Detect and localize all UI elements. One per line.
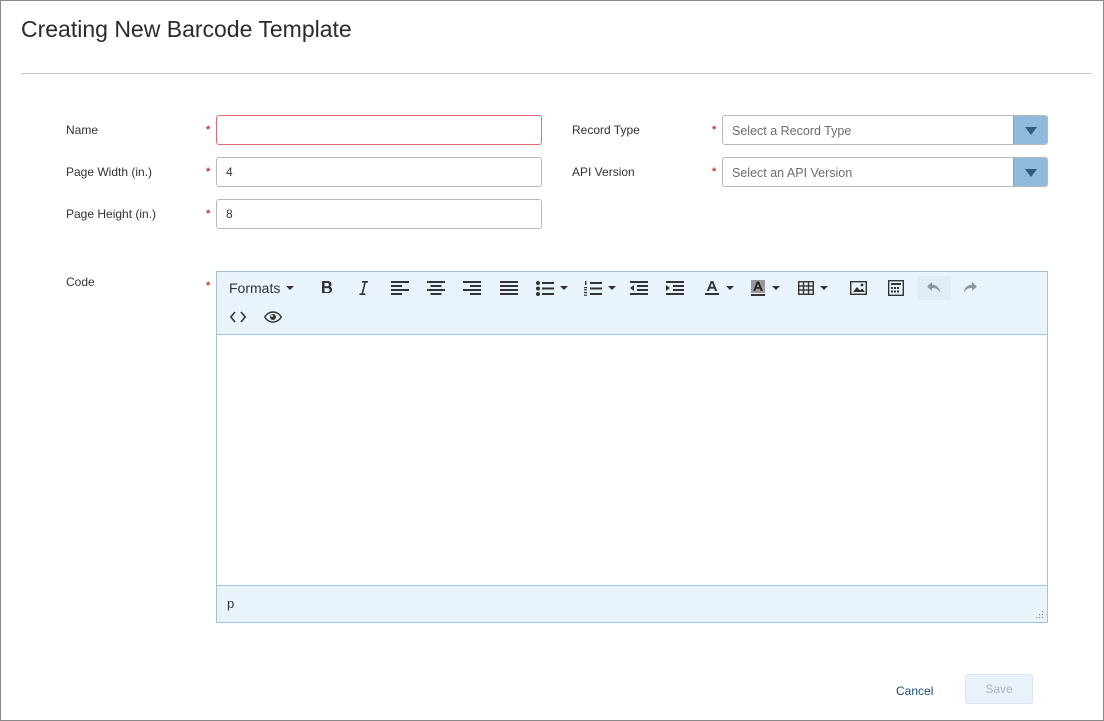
page-height-input[interactable] [216, 199, 542, 229]
template-icon [888, 280, 904, 296]
text-color-icon [705, 281, 719, 295]
source-code-icon [230, 311, 246, 323]
caret-down-icon [726, 286, 734, 290]
align-justify-button[interactable] [498, 276, 520, 300]
bullet-list-button[interactable] [536, 276, 568, 300]
page-height-required-marker: * [206, 208, 211, 220]
caret-down-icon [286, 286, 295, 290]
api-version-dropdown-button[interactable] [1013, 158, 1047, 186]
redo-button[interactable] [959, 276, 981, 300]
page-title: Creating New Barcode Template [21, 16, 352, 42]
indent-icon [666, 281, 684, 295]
api-version-label: API Version [572, 165, 635, 179]
image-icon [849, 281, 867, 295]
code-editor: Formats p [216, 271, 1048, 623]
align-center-button[interactable] [425, 276, 447, 300]
modal-frame: Creating New Barcode Template Name * Pag… [0, 0, 1104, 721]
caret-down-icon [608, 286, 616, 290]
table-button[interactable] [798, 276, 828, 300]
code-label: Code [66, 275, 95, 289]
background-color-button[interactable] [750, 276, 780, 300]
cancel-button[interactable]: Cancel [896, 684, 933, 698]
page-width-input[interactable] [216, 157, 542, 187]
page-width-label: Page Width (in.) [66, 165, 153, 179]
background-color-icon [751, 280, 765, 296]
record-type-select[interactable]: Select a Record Type [722, 115, 1048, 145]
chevron-down-icon [1025, 169, 1037, 177]
name-label: Name [66, 123, 99, 137]
bullet-list-icon [536, 280, 554, 296]
name-input[interactable] [216, 115, 542, 145]
outdent-icon [630, 281, 648, 295]
redo-icon [964, 282, 977, 293]
record-type-dropdown-button[interactable] [1013, 116, 1047, 144]
text-color-button[interactable] [704, 276, 734, 300]
api-version-select[interactable]: Select an API Version [722, 157, 1048, 187]
align-justify-icon [500, 281, 518, 295]
indent-button[interactable] [664, 276, 686, 300]
name-required-marker: * [206, 124, 211, 136]
editor-content-area[interactable] [217, 335, 1047, 585]
align-left-button[interactable] [389, 276, 411, 300]
page-width-required-marker: * [206, 166, 211, 178]
record-type-label: Record Type [572, 123, 640, 137]
undo-button[interactable] [917, 276, 951, 300]
resize-handle-icon[interactable] [1035, 610, 1044, 619]
insert-image-button[interactable] [848, 276, 868, 300]
api-version-required-marker: * [712, 166, 717, 178]
api-version-placeholder: Select an API Version [732, 166, 853, 180]
bold-icon [322, 281, 333, 293]
save-button[interactable]: Save [965, 674, 1033, 704]
align-right-icon [463, 281, 481, 295]
caret-down-icon [560, 286, 568, 290]
insert-template-button[interactable] [886, 276, 906, 300]
caret-down-icon [820, 286, 828, 290]
editor-statusbar: p [217, 585, 1047, 622]
source-code-button[interactable] [227, 305, 249, 329]
italic-icon [359, 281, 368, 295]
formats-label: Formats [229, 280, 281, 296]
undo-icon [927, 282, 940, 293]
bold-button[interactable] [317, 276, 337, 300]
preview-button[interactable] [262, 305, 284, 329]
align-right-button[interactable] [461, 276, 483, 300]
chevron-down-icon [1025, 127, 1037, 135]
code-required-marker: * [206, 280, 211, 292]
align-left-icon [391, 281, 409, 295]
caret-down-icon [772, 286, 780, 290]
editor-toolbar: Formats [217, 272, 1047, 335]
formats-dropdown[interactable]: Formats [229, 276, 295, 300]
table-icon [798, 281, 814, 295]
page-height-label: Page Height (in.) [66, 207, 157, 221]
align-center-icon [427, 281, 445, 295]
preview-icon [264, 311, 282, 323]
header-divider [21, 73, 1092, 74]
numbered-list-icon [584, 280, 602, 296]
italic-button[interactable] [353, 276, 373, 300]
outdent-button[interactable] [628, 276, 650, 300]
record-type-required-marker: * [712, 124, 717, 136]
record-type-placeholder: Select a Record Type [732, 124, 852, 138]
numbered-list-button[interactable] [584, 276, 616, 300]
element-path[interactable]: p [227, 596, 234, 611]
